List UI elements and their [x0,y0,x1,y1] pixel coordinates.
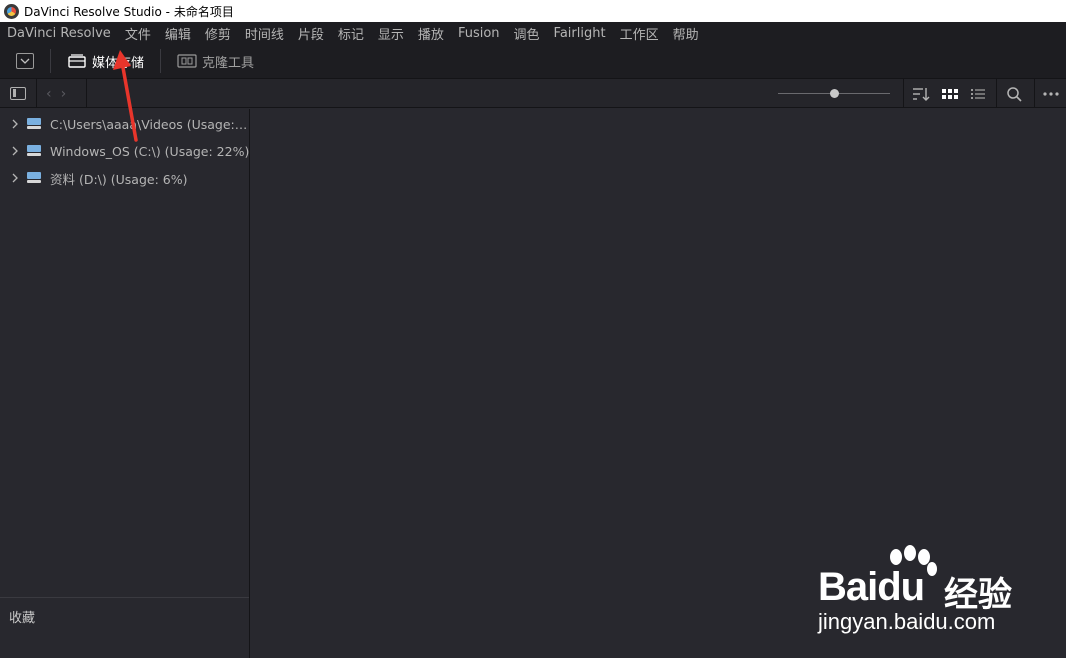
more-options-icon[interactable] [1042,86,1060,102]
menu-bar: DaVinci Resolve 文件 编辑 修剪 时间线 片段 标记 显示 播放… [0,22,1066,44]
davinci-logo-icon [4,3,19,19]
toolbar-divider [160,49,162,73]
search-icon[interactable] [1006,86,1024,102]
panel-divider [86,79,87,108]
menu-edit[interactable]: 编辑 [165,24,191,43]
chevron-down-icon [20,58,30,64]
forward-arrow-icon[interactable]: › [61,86,67,102]
annotation-arrow-icon [113,50,138,142]
media-storage-icon [68,54,86,68]
storage-location-label: C:\Users\aaaa\Videos (Usage: 23... [50,116,250,132]
menu-playback[interactable]: 播放 [418,24,444,43]
module-toolbar: 媒体存储 克隆工具 [0,44,1066,78]
menu-fairlight[interactable]: Fairlight [554,26,606,41]
list-view-icon[interactable] [969,86,987,102]
favorites-label: 收藏 [9,611,36,626]
title-bar: DaVinci Resolve Studio - 未命名项目 [0,0,1066,22]
menu-trim[interactable]: 修剪 [205,24,231,43]
watermark-url: jingyan.baidu.com [818,609,996,634]
drive-icon [27,145,41,157]
clone-tool-label: 克隆工具 [202,55,255,71]
storage-location-label: 资料 (D:\) (Usage: 6%) [50,171,188,187]
chevron-right-icon[interactable] [11,173,19,183]
baidu-watermark: Baidu 经验 jingyan.baidu.com [818,545,1018,635]
panel-divider [1034,79,1035,108]
chevron-right-icon[interactable] [11,119,19,129]
sidebar-toggle-icon[interactable] [10,87,26,100]
menu-fusion[interactable]: Fusion [458,26,500,41]
menu-view[interactable]: 显示 [378,24,404,43]
zoom-slider-thumb[interactable] [829,89,839,98]
drive-icon [27,118,41,130]
menu-help[interactable]: 帮助 [673,24,699,43]
toolbar-divider [50,49,51,73]
grid-view-icon[interactable] [941,86,959,102]
chevron-right-icon[interactable] [11,146,19,156]
window-title: DaVinci Resolve Studio - 未命名项目 [24,4,234,19]
menu-mark[interactable]: 标记 [338,24,364,43]
sort-icon[interactable] [912,86,930,102]
panel-header-bar: ‹ › [0,78,1066,108]
menu-clip[interactable]: 片段 [298,24,324,43]
storage-location-item[interactable]: Windows_OS (C:\) (Usage: 22%) [0,141,250,161]
menu-davinci-resolve[interactable]: DaVinci Resolve [7,26,111,41]
clone-tool-icon [177,54,197,68]
watermark-brand: Baidu [818,565,925,609]
drive-icon [27,172,41,184]
back-arrow-icon[interactable]: ‹ [46,86,52,102]
media-storage-sidebar: C:\Users\aaaa\Videos (Usage: 23... Windo… [0,109,250,658]
storage-location-label: Windows_OS (C:\) (Usage: 22%) [50,143,250,159]
panel-divider [36,79,37,108]
panel-dropdown-button[interactable] [16,53,34,69]
favorites-divider [0,597,249,598]
menu-workspace[interactable]: 工作区 [620,24,659,43]
storage-location-item[interactable]: 资料 (D:\) (Usage: 6%) [0,168,250,188]
menu-timeline[interactable]: 时间线 [245,24,284,43]
menu-file[interactable]: 文件 [125,24,151,43]
menu-color[interactable]: 调色 [514,24,540,43]
panel-divider [903,79,904,108]
panel-divider [996,79,997,108]
clone-tool-button[interactable]: 克隆工具 [177,52,254,71]
